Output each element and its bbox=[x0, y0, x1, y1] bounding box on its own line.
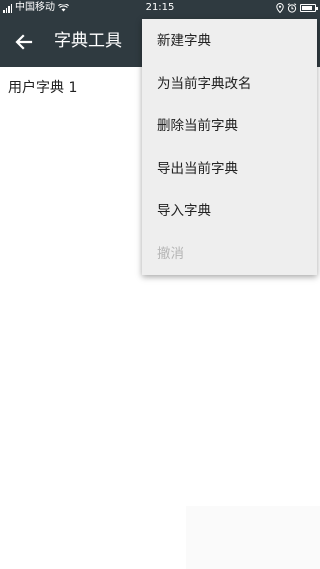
screen: 中国移动 21:15 字典工具 用户字典 1 新建字典 为当前字典改名 删除当前… bbox=[0, 0, 320, 569]
location-icon bbox=[276, 3, 284, 13]
menu-item-import-dictionary[interactable]: 导入字典 bbox=[142, 190, 317, 233]
menu-item-undo: 撤消 bbox=[157, 245, 184, 262]
overflow-menu: 新建字典 为当前字典改名 删除当前字典 导出当前字典 导入字典 撤消 bbox=[142, 19, 317, 275]
battery-fill bbox=[302, 6, 312, 10]
toolbar-title: 字典工具 bbox=[54, 31, 122, 51]
menu-item-rename-dictionary[interactable]: 为当前字典改名 bbox=[142, 63, 317, 106]
back-arrow-icon[interactable] bbox=[10, 28, 38, 56]
menu-item-export-dictionary[interactable]: 导出当前字典 bbox=[142, 148, 317, 191]
status-bar: 中国移动 21:15 bbox=[0, 0, 320, 16]
menu-item-delete-dictionary[interactable]: 删除当前字典 bbox=[142, 105, 317, 148]
status-time: 21:15 bbox=[145, 2, 175, 13]
alarm-icon bbox=[287, 3, 297, 13]
battery-icon bbox=[300, 4, 318, 12]
background-patch bbox=[186, 506, 320, 569]
status-right bbox=[276, 0, 318, 16]
menu-item-new-dictionary[interactable]: 新建字典 bbox=[142, 20, 317, 63]
